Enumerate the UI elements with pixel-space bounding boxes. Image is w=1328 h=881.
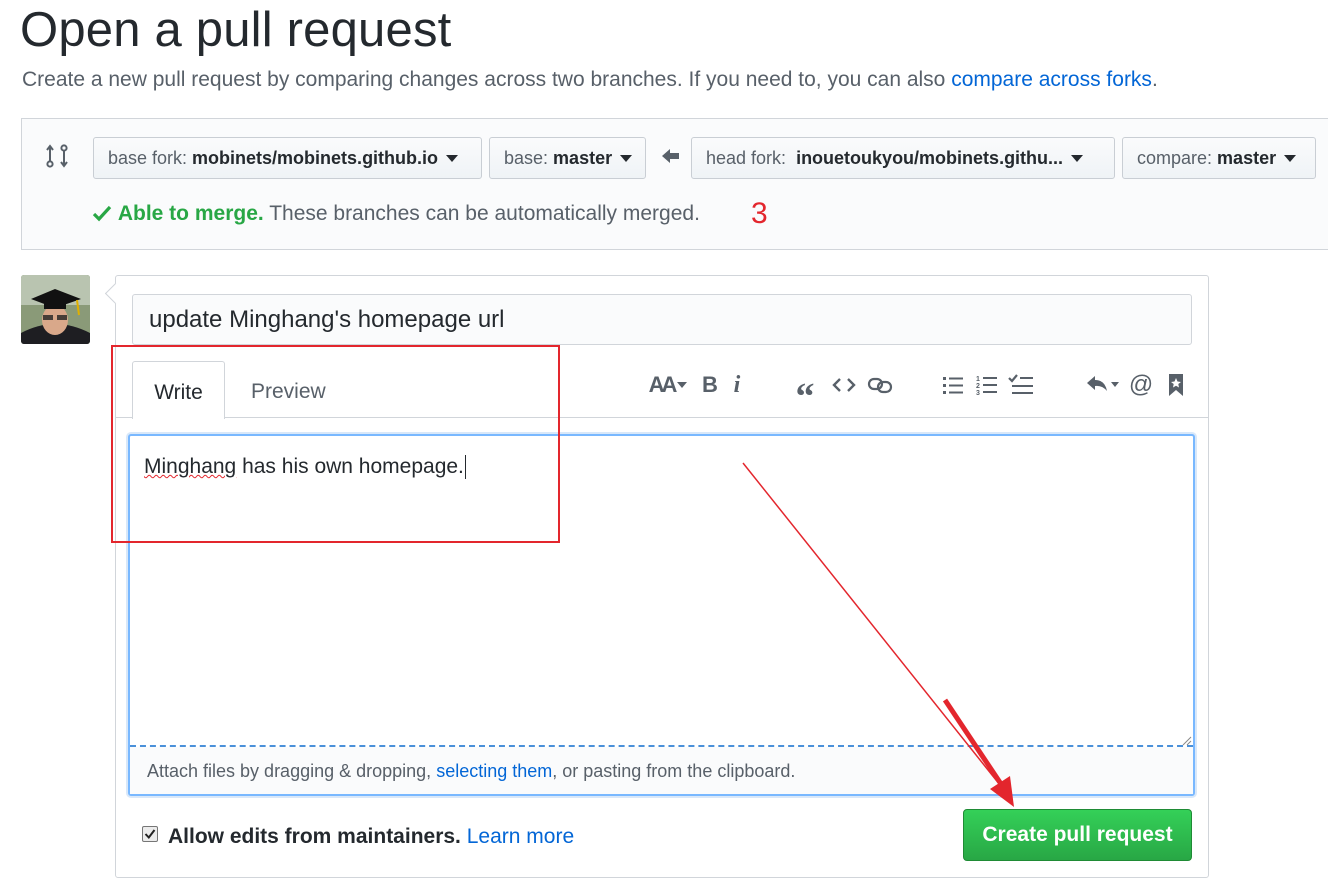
attach-prefix: Attach files by dragging & dropping, — [147, 761, 437, 781]
misspelled-word: Minghang — [144, 455, 237, 478]
head-fork-label: head fork: — [706, 147, 787, 168]
bold-icon: B — [702, 372, 718, 397]
svg-text:3: 3 — [976, 390, 980, 396]
arrow-left-icon — [661, 147, 681, 165]
resize-handle-icon[interactable] — [1180, 733, 1192, 746]
base-fork-select[interactable]: base fork: mobinets/mobinets.github.io — [93, 137, 482, 179]
ordered-list-button[interactable]: 123 — [975, 370, 999, 400]
compare-branch-label: compare: — [1137, 147, 1213, 168]
italic-button[interactable]: i — [728, 370, 746, 400]
allow-edits-label: Allow edits from maintainers. Learn more — [168, 825, 574, 849]
body-rest-text: has his own homepage. — [236, 455, 464, 478]
compare-icon — [44, 142, 70, 170]
task-list-icon — [1008, 374, 1033, 394]
page-subtitle: Create a new pull request by comparing c… — [22, 68, 1158, 92]
head-fork-value: inouetoukyou/mobinets.githu... — [796, 147, 1064, 168]
step-annotation: 3 — [751, 197, 768, 230]
subtitle-period: . — [1151, 68, 1158, 91]
compare-branch-value: master — [1217, 147, 1277, 168]
unordered-list-icon — [943, 377, 963, 394]
base-fork-label: base fork: — [108, 147, 188, 168]
selecting-them-link[interactable]: selecting them — [436, 761, 552, 781]
tab-divider — [116, 417, 1208, 418]
base-fork-value: mobinets/mobinets.github.io — [192, 147, 439, 168]
code-icon — [832, 378, 856, 392]
allow-edits-text: Allow edits from maintainers. — [168, 825, 461, 848]
quote-icon: “ — [795, 376, 815, 418]
base-branch-label: base: — [504, 147, 549, 168]
ordered-list-icon: 123 — [976, 376, 997, 396]
head-fork-select[interactable]: head fork: inouetoukyou/mobinets.githu... — [691, 137, 1115, 179]
heading-button[interactable]: AA — [646, 370, 690, 400]
quote-button[interactable]: “ — [792, 370, 818, 418]
attach-suffix: , or pasting from the clipboard. — [552, 761, 796, 781]
learn-more-link[interactable]: Learn more — [467, 825, 574, 848]
heading-icon: AA — [648, 372, 678, 397]
tab-preview[interactable]: Preview — [251, 380, 326, 404]
link-icon — [867, 377, 893, 394]
caret-down-icon — [1071, 154, 1084, 162]
pr-body-text: Minghang has his own homepage. — [144, 455, 466, 480]
caret-down-icon — [1284, 154, 1297, 162]
code-button[interactable] — [830, 370, 858, 400]
base-branch-select[interactable]: base: master — [489, 137, 646, 179]
caret-down-icon — [620, 154, 633, 162]
saved-replies-button[interactable] — [1164, 370, 1188, 400]
compare-branch-select[interactable]: compare: master — [1122, 137, 1316, 179]
page-title: Open a pull request — [20, 3, 452, 57]
base-branch-value: master — [553, 147, 613, 168]
svg-text:1: 1 — [976, 376, 980, 383]
unordered-list-button[interactable] — [941, 370, 965, 400]
bookmark-icon — [1169, 374, 1183, 396]
reply-icon — [1087, 376, 1119, 391]
tab-write[interactable]: Write — [132, 361, 225, 419]
task-list-button[interactable] — [1007, 370, 1035, 400]
able-to-merge-text: Able to merge. — [117, 202, 264, 225]
pr-title-input[interactable]: update Minghang's homepage url — [132, 294, 1192, 345]
merge-status: Able to merge. These branches can be aut… — [92, 202, 700, 228]
italic-icon: i — [733, 371, 741, 398]
mention-icon: @ — [1128, 371, 1154, 398]
allow-edits-checkbox[interactable] — [142, 826, 158, 842]
caret-down-icon — [446, 154, 459, 162]
pr-body-textarea[interactable] — [128, 434, 1195, 796]
attach-files-text: Attach files by dragging & dropping, sel… — [147, 761, 795, 782]
link-button[interactable] — [866, 370, 894, 400]
checkmark-icon — [144, 829, 156, 840]
mention-button[interactable]: @ — [1128, 370, 1154, 400]
create-pull-request-button[interactable]: Create pull request — [963, 809, 1192, 861]
check-icon — [92, 204, 112, 228]
bold-button[interactable]: B — [699, 370, 721, 400]
compare-across-forks-link[interactable]: compare across forks — [951, 68, 1152, 91]
merge-description: These branches can be automatically merg… — [269, 202, 700, 225]
svg-text:2: 2 — [976, 383, 980, 390]
reply-button[interactable] — [1084, 370, 1122, 400]
text-cursor — [464, 455, 466, 480]
subtitle-text: Create a new pull request by comparing c… — [22, 68, 952, 91]
avatar — [21, 275, 90, 344]
caret-down-icon — [677, 382, 688, 388]
attach-divider — [130, 745, 1193, 747]
